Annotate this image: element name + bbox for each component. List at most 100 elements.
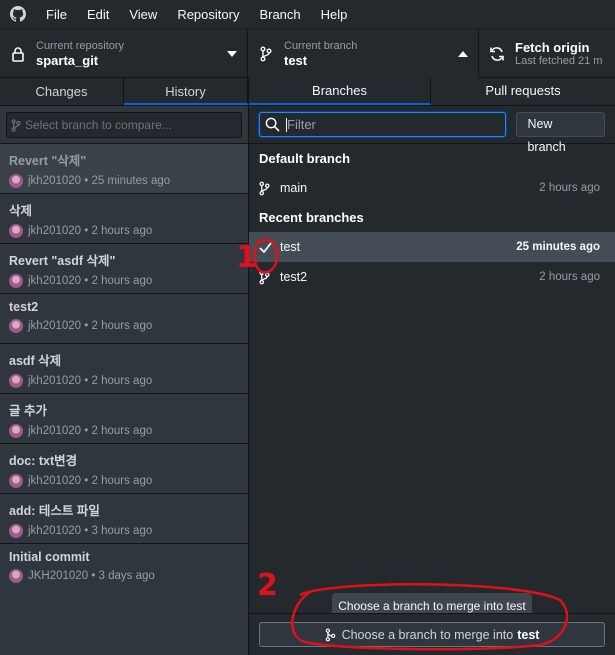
current-repository-button[interactable]: Current repository sparta_git (0, 29, 248, 78)
sync-icon (479, 46, 515, 62)
commit-author: jkh201020 (28, 320, 82, 332)
fetch-label: Fetch origin (515, 40, 590, 55)
compare-placeholder: Select branch to compare... (25, 118, 172, 132)
merge-into-branch-button[interactable]: Choose a branch to merge into test (259, 622, 605, 647)
commit-author: jkh201020 (28, 525, 82, 537)
sidebar-tabs: Changes History (0, 78, 248, 106)
commit-time: • 2 hours ago (84, 425, 153, 437)
github-logo-icon (0, 0, 36, 29)
commit-time: • 2 hours ago (84, 275, 153, 287)
commit-time: • 2 hours ago (84, 475, 153, 487)
commit-author: JKH201020 (28, 570, 89, 582)
menu-bar: File Edit View Repository Branch Help (0, 0, 615, 29)
commit-author: jkh201020 (28, 475, 82, 487)
check-icon (259, 241, 277, 253)
current-branch-button[interactable]: Current branch test (248, 29, 479, 78)
branch-icon (11, 118, 21, 132)
avatar (9, 319, 23, 333)
commit-title: Initial commit (9, 550, 90, 564)
avatar (9, 474, 23, 488)
branch-dropdown-panel: Branches Pull requests Filter New branch… (249, 78, 615, 655)
avatar (9, 224, 23, 238)
commit-item[interactable]: test2 jkh201020 • 2 hours ago (0, 294, 248, 344)
commit-time: • 2 hours ago (84, 375, 153, 387)
branch-filter-input[interactable]: Filter (259, 112, 507, 137)
branch-time: 2 hours ago (539, 182, 600, 194)
branch-item-test[interactable]: test 25 minutes ago (249, 232, 615, 262)
commit-title: doc: txt변경 (9, 454, 78, 468)
commit-title: add: 테스트 파일 (9, 504, 100, 518)
commit-time: • 25 minutes ago (84, 175, 171, 187)
menu-help[interactable]: Help (311, 0, 358, 29)
branch-name: test2 (280, 270, 308, 284)
menu-view[interactable]: View (119, 0, 167, 29)
commit-title: Revert "asdf 삭제" (9, 254, 116, 268)
commit-author: jkh201020 (28, 425, 82, 437)
tab-changes[interactable]: Changes (0, 78, 124, 105)
search-icon (265, 117, 280, 132)
commit-title: Revert "삭제" (9, 154, 87, 168)
tab-pull-requests[interactable]: Pull requests (431, 78, 615, 105)
compare-branch-input[interactable]: Select branch to compare... (6, 112, 242, 138)
recent-branches-header: Recent branches (259, 210, 364, 225)
merge-target-branch: test (517, 627, 540, 642)
new-branch-button[interactable]: New branch (516, 112, 605, 154)
branch-name: test (284, 52, 308, 68)
menu-repository[interactable]: Repository (167, 0, 249, 29)
commit-item[interactable]: asdf 삭제 jkh201020 • 2 hours ago (0, 344, 248, 394)
commit-item[interactable]: add: 테스트 파일 jkh201020 • 3 hours ago (0, 494, 248, 544)
menu-file[interactable]: File (36, 0, 77, 29)
commit-author: jkh201020 (28, 275, 82, 287)
branch-icon (259, 181, 277, 196)
menu-branch[interactable]: Branch (249, 0, 310, 29)
menu-edit[interactable]: Edit (77, 0, 119, 29)
branch-item-test2[interactable]: test2 2 hours ago (249, 262, 615, 292)
caret-up-icon (448, 50, 478, 57)
commit-time: • 2 hours ago (84, 225, 153, 237)
commit-title: asdf 삭제 (9, 354, 62, 368)
commit-list: Revert "삭제" jkh201020 • 25 minutes ago 삭… (0, 144, 248, 594)
caret-down-icon (217, 50, 247, 57)
avatar (9, 174, 23, 188)
commit-item[interactable]: doc: txt변경 jkh201020 • 2 hours ago (0, 444, 248, 494)
last-fetched-text: Last fetched 21 m (515, 55, 603, 67)
commit-item[interactable]: Revert "asdf 삭제" jkh201020 • 2 hours ago (0, 244, 248, 294)
history-sidebar: Changes History Select branch to compare… (0, 78, 249, 655)
filter-placeholder: Filter (287, 117, 316, 132)
toolbar: Current repository sparta_git Current br… (0, 29, 615, 78)
commit-author: jkh201020 (28, 225, 82, 237)
branch-name: main (280, 181, 308, 195)
annotation-number-1: 1 (236, 240, 257, 275)
branch-icon (248, 46, 284, 62)
commit-author: jkh201020 (28, 175, 82, 187)
avatar (9, 424, 23, 438)
fetch-origin-button[interactable]: Fetch origin Last fetched 21 m (479, 29, 615, 78)
branch-label: Current branch (284, 39, 358, 52)
repository-name: sparta_git (36, 52, 99, 68)
commit-time: • 2 hours ago (84, 320, 153, 332)
commit-time: • 3 days ago (91, 570, 155, 582)
lock-icon (0, 46, 36, 62)
branch-icon (259, 270, 277, 285)
commit-title: 삭제 (9, 204, 33, 218)
avatar (9, 524, 23, 538)
commit-item[interactable]: Revert "삭제" jkh201020 • 25 minutes ago (0, 144, 248, 194)
commit-item[interactable]: 글 추가 jkh201020 • 2 hours ago (0, 394, 248, 444)
avatar (9, 374, 23, 388)
branch-time: 2 hours ago (539, 271, 600, 283)
commit-item[interactable]: Initial commit JKH201020 • 3 days ago (0, 544, 248, 594)
repository-label: Current repository (36, 39, 125, 52)
branch-time: 25 minutes ago (516, 241, 600, 253)
tab-history[interactable]: History (124, 78, 248, 105)
avatar (9, 274, 23, 288)
commit-item[interactable]: 삭제 jkh201020 • 2 hours ago (0, 194, 248, 244)
commit-title: 글 추가 (9, 404, 47, 418)
branch-name: test (280, 240, 301, 254)
merge-icon (325, 627, 336, 642)
avatar (9, 569, 23, 583)
tab-branches[interactable]: Branches (249, 78, 431, 105)
branch-panel-tabs: Branches Pull requests (249, 78, 615, 106)
branch-item-main[interactable]: main 2 hours ago (249, 173, 615, 203)
commit-time: • 3 hours ago (84, 525, 153, 537)
annotation-number-2: 2 (257, 568, 278, 603)
